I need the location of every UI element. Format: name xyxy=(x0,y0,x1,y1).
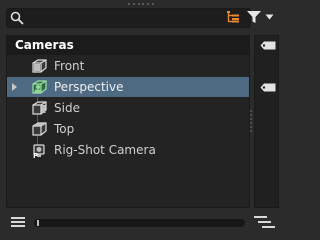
search-bar[interactable] xyxy=(6,8,251,28)
list-item[interactable]: P Rig-Shot Camera xyxy=(7,140,249,160)
camera-box-green-icon xyxy=(32,80,47,94)
search-input[interactable] xyxy=(27,10,207,26)
menu-icon[interactable] xyxy=(11,216,25,228)
item-label: Rig-Shot Camera xyxy=(54,143,156,157)
camera-box-icon xyxy=(32,101,47,115)
slider-thumb[interactable] xyxy=(37,220,39,226)
search-icon xyxy=(10,11,24,25)
chevron-down-icon[interactable] xyxy=(265,14,274,20)
list-item[interactable]: Front xyxy=(7,56,249,76)
list-item[interactable]: Side xyxy=(7,98,249,118)
tag-icon[interactable] xyxy=(260,41,276,50)
list-item[interactable]: Top xyxy=(7,119,249,139)
item-label: Top xyxy=(54,122,75,136)
svg-text:P: P xyxy=(33,152,38,159)
panel-resize-grip[interactable] xyxy=(249,110,252,132)
filter-icon[interactable] xyxy=(246,10,262,24)
item-label: Perspective xyxy=(54,80,124,94)
item-label: Side xyxy=(54,101,80,115)
camera-box-icon xyxy=(32,59,47,73)
item-label: Front xyxy=(54,59,85,73)
top-drag-grip[interactable] xyxy=(128,2,154,6)
tag-column xyxy=(254,35,279,208)
rig-camera-icon: P xyxy=(33,144,45,159)
camera-list-panel: Cameras Front Perspective Side Top P Rig… xyxy=(6,35,250,208)
align-lines-icon[interactable] xyxy=(254,215,275,229)
hierarchy-icon[interactable] xyxy=(226,10,240,24)
camera-box-icon xyxy=(32,122,47,136)
panel-header: Cameras xyxy=(7,36,249,55)
list-item-selected[interactable]: Perspective xyxy=(7,77,249,97)
tag-icon[interactable] xyxy=(260,83,276,92)
expand-arrow-icon[interactable] xyxy=(12,83,17,91)
zoom-slider[interactable] xyxy=(34,219,245,227)
